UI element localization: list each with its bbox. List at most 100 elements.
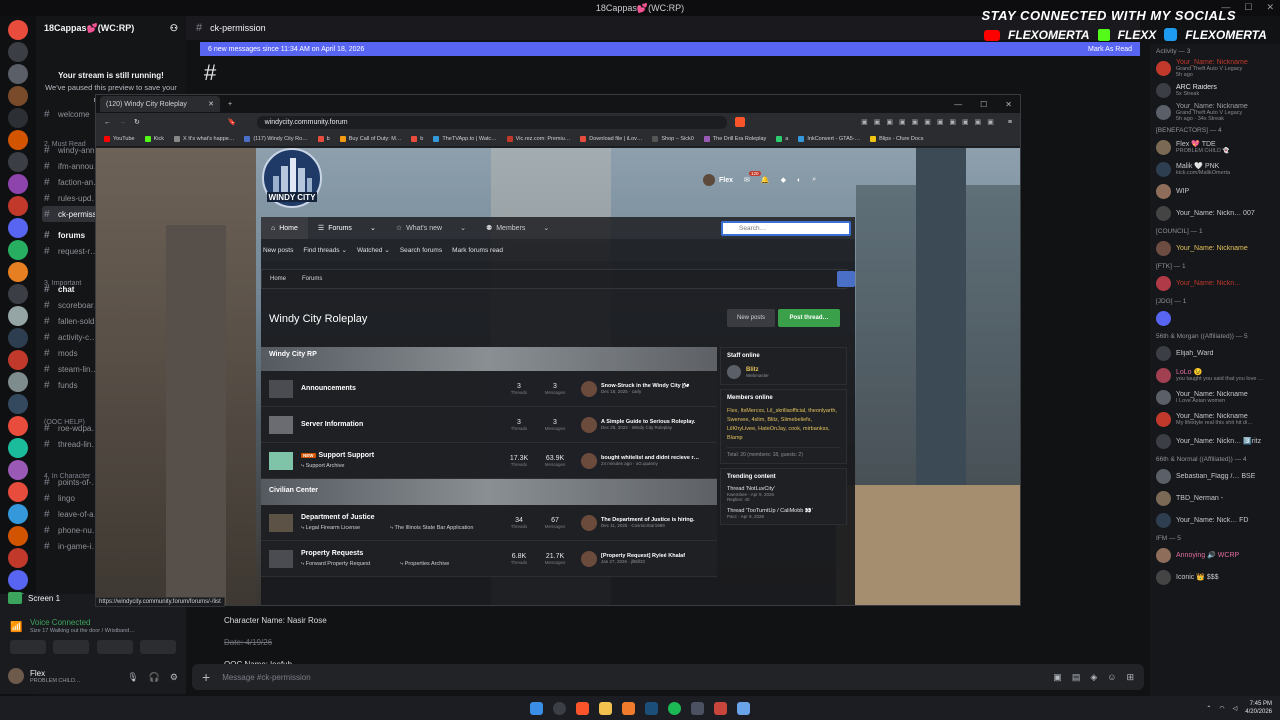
member-item[interactable]: Elijah_Ward <box>1150 342 1280 364</box>
avatar[interactable] <box>1156 512 1171 528</box>
forum-title[interactable]: Announcements <box>301 385 356 392</box>
soundboard-button[interactable] <box>140 640 177 654</box>
member-item[interactable]: Your_Name: Nickname Grand Theft Auto V Le… <box>1150 57 1280 79</box>
latest-post[interactable]: The Department of Justice is hiring. Dec … <box>581 514 711 531</box>
subforum-link[interactable]: ⤷ Forward Property Request <box>301 561 370 568</box>
server-icon[interactable] <box>8 20 28 40</box>
server-icon[interactable] <box>8 526 28 546</box>
avatar[interactable] <box>1156 345 1171 361</box>
maximize-icon[interactable]: ☐ <box>980 100 987 109</box>
server-icon[interactable] <box>8 86 28 106</box>
latest-post[interactable]: Snow-Struck in the Windy City 🌬 Dec 18, 2… <box>581 380 711 397</box>
emoji-icon[interactable]: ☺ <box>1107 672 1116 683</box>
member-item[interactable]: Your_Name: Nickname <box>1150 237 1280 259</box>
member-item[interactable]: Your_Name: Nick… FD <box>1150 509 1280 531</box>
member-item[interactable]: Your_Name: Nickn… 007 <box>1150 202 1280 224</box>
member-item[interactable]: Your_Name: Nickname Grand Theft Auto V Le… <box>1150 101 1280 123</box>
tab-whats-new[interactable]: ☆ What's new ⌄ <box>386 217 476 239</box>
search-input[interactable]: Search… <box>721 220 851 236</box>
forum-title[interactable]: Property Requests <box>301 550 363 557</box>
avatar[interactable] <box>1156 547 1171 563</box>
server-icon[interactable] <box>8 394 28 414</box>
app-icon[interactable] <box>737 701 750 715</box>
add-user-icon[interactable]: ⚇ <box>170 23 178 34</box>
bookmark-item[interactable]: b <box>411 135 423 142</box>
member-item[interactable]: Your_Name: Nickn… 3️⃣ritz <box>1150 430 1280 452</box>
member-item[interactable]: WIP <box>1150 180 1280 202</box>
avatar[interactable] <box>1156 205 1171 221</box>
bookmark-item[interactable]: Kick <box>144 135 164 142</box>
browser-tab[interactable]: (120) Windy City Roleplay ✕ <box>100 96 220 112</box>
forward-icon[interactable]: → <box>119 119 126 126</box>
bookmark-item[interactable]: Buy Call of Duty: M… <box>339 135 401 142</box>
bookmark-icon[interactable]: ◆ <box>781 176 786 184</box>
member-item[interactable]: TBD_Nerman - <box>1150 487 1280 509</box>
members-online-list[interactable]: Flex, ItsMercxs, Lil_skrillaofficial, th… <box>727 407 840 443</box>
mark-as-read-button[interactable]: Mark As Read <box>1088 46 1132 53</box>
bookmark-item[interactable]: YouTube <box>104 135 135 142</box>
tab-home[interactable]: ⌂ Home <box>261 217 308 239</box>
avatar[interactable] <box>1156 367 1171 383</box>
subforum-link[interactable]: ⤷ The Illinois State Bar Application <box>390 525 473 532</box>
app-icon[interactable] <box>714 701 727 715</box>
extensions-icon[interactable]: ▣▣▣▣▣▣▣▣▣▣▣ <box>861 118 1000 126</box>
server-icon[interactable] <box>8 350 28 370</box>
avatar[interactable] <box>1156 275 1171 291</box>
folder-icon[interactable] <box>599 701 612 715</box>
member-item[interactable]: Your_Name: Nickn… <box>1150 272 1280 294</box>
server-icon[interactable] <box>8 504 28 524</box>
bookmark-item[interactable]: Vic.rez.com: Premiu… <box>506 135 570 142</box>
spotify-icon[interactable] <box>668 701 681 715</box>
member-item[interactable]: Your_Name: Nickname My lifestyle real thi… <box>1150 408 1280 430</box>
mark-read-link[interactable]: Mark forums read <box>452 247 503 254</box>
member-item[interactable]: LoLo 😉 you taught you said that you love … <box>1150 364 1280 386</box>
brave-icon[interactable] <box>576 701 589 715</box>
avatar[interactable] <box>581 452 597 469</box>
server-icon[interactable] <box>8 174 28 194</box>
steam-icon[interactable] <box>645 701 658 715</box>
server-icon[interactable] <box>8 108 28 128</box>
avatar[interactable] <box>1156 569 1171 585</box>
category-header[interactable]: Civilian Center <box>261 479 717 505</box>
search-forums-link[interactable]: Search forums <box>400 247 442 254</box>
trending-item[interactable]: Thread 'TooTurntUp / CaliMobb 👀' Pacc · … <box>727 508 840 519</box>
chevron-down-icon[interactable]: ⌄ <box>370 224 376 232</box>
avatar[interactable] <box>1156 139 1171 155</box>
avatar[interactable] <box>1156 433 1171 449</box>
avatar[interactable] <box>581 380 597 397</box>
server-icon[interactable] <box>8 152 28 172</box>
sticker-icon[interactable]: ◈ <box>1090 672 1097 683</box>
member-item[interactable]: Your_Name: Nickname I Love Asian women <box>1150 386 1280 408</box>
server-icon[interactable] <box>8 372 28 392</box>
server-icon[interactable] <box>8 196 28 216</box>
post-thread-button[interactable]: Post thread… <box>778 309 840 327</box>
inbox-icon[interactable]: ✉ 120 <box>744 171 761 184</box>
avatar[interactable] <box>1156 310 1171 326</box>
windy-city-logo[interactable]: WINDY CITY <box>261 148 323 212</box>
bookmark-item[interactable]: The Drill Era Roleplay <box>703 135 766 142</box>
windows-start-icon[interactable] <box>530 701 543 715</box>
search-icon[interactable] <box>553 701 566 715</box>
new-tab-icon[interactable]: + <box>228 101 232 108</box>
server-icon[interactable] <box>8 284 28 304</box>
headset-icon[interactable]: 🎧 <box>149 672 160 683</box>
bookmark-item[interactable]: X It's what's happe… <box>174 135 234 142</box>
tab-close-icon[interactable]: ✕ <box>208 100 214 108</box>
close-icon[interactable]: ✕ <box>1005 100 1012 109</box>
bookmark-item[interactable]: b <box>317 135 330 142</box>
bookmark-item[interactable]: Shop – Sick0 <box>652 135 694 142</box>
forum-title[interactable]: Server Information <box>301 421 363 428</box>
mic-icon[interactable]: 🎙 <box>127 672 138 683</box>
forum-node[interactable]: Property Requests ⤷ Forward Property Requ… <box>261 541 717 577</box>
bookmark-icon[interactable]: 🔖 <box>228 118 237 126</box>
forum-node[interactable]: Announcements 3 Threads 3 Messages Snow-Struc… <box>261 371 717 407</box>
server-icon[interactable] <box>8 460 28 480</box>
chevron-down-icon[interactable]: ⌄ <box>543 224 549 232</box>
bookmark-item[interactable]: (117) Windy City Ro… <box>244 135 308 142</box>
avatar[interactable] <box>1156 183 1171 199</box>
trending-item[interactable]: Thread 'NotLuvCity' Kwembee · Apr 9, 202… <box>727 486 840 502</box>
avatar[interactable] <box>1156 161 1171 177</box>
avatar[interactable] <box>8 668 24 684</box>
forum-node[interactable]: Department of Justice ⤷ Legal Firearm Lic… <box>261 505 717 541</box>
crumb-home[interactable]: Home <box>270 276 286 282</box>
